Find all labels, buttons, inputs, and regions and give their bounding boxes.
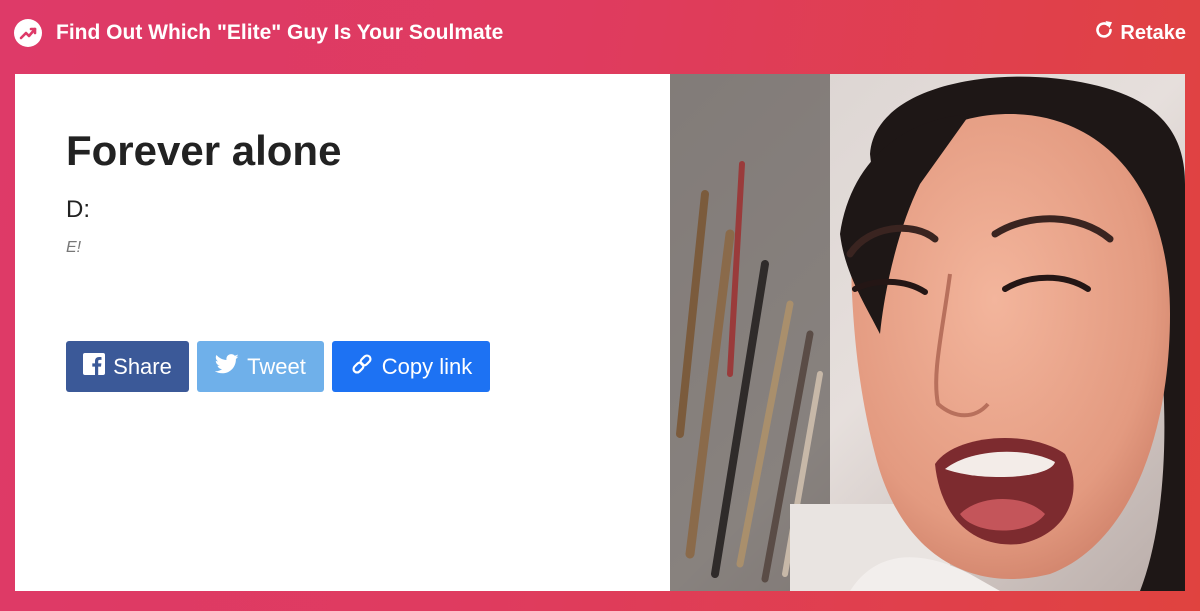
result-card: Forever alone D: E! Share Tweet Copy lin…	[15, 74, 1185, 591]
twitter-share-button[interactable]: Tweet	[197, 341, 324, 392]
result-description: D:	[66, 196, 90, 223]
copy-link-label: Copy link	[381, 353, 473, 379]
link-icon	[350, 352, 374, 382]
retake-label: Retake	[1120, 21, 1186, 44]
quiz-header: Find Out Which "Elite" Guy Is Your Soulm…	[0, 0, 1200, 66]
facebook-share-label: Share	[113, 353, 172, 379]
result-text-panel: Forever alone D: E! Share Tweet Copy lin…	[15, 74, 670, 591]
result-title: Forever alone	[66, 127, 342, 174]
quiz-title: Find Out Which "Elite" Guy Is Your Soulm…	[56, 21, 504, 44]
share-buttons: Share Tweet Copy link	[66, 341, 490, 392]
result-image	[670, 74, 1185, 591]
refresh-icon	[1093, 19, 1115, 47]
image-credit: E!	[66, 239, 82, 256]
retake-button[interactable]: Retake	[1093, 18, 1186, 48]
twitter-icon	[214, 353, 239, 380]
copy-link-button[interactable]: Copy link	[332, 341, 490, 392]
facebook-share-button[interactable]: Share	[66, 341, 189, 392]
twitter-share-label: Tweet	[247, 353, 306, 379]
facebook-icon	[83, 352, 106, 381]
trending-arrow-icon	[14, 19, 42, 47]
